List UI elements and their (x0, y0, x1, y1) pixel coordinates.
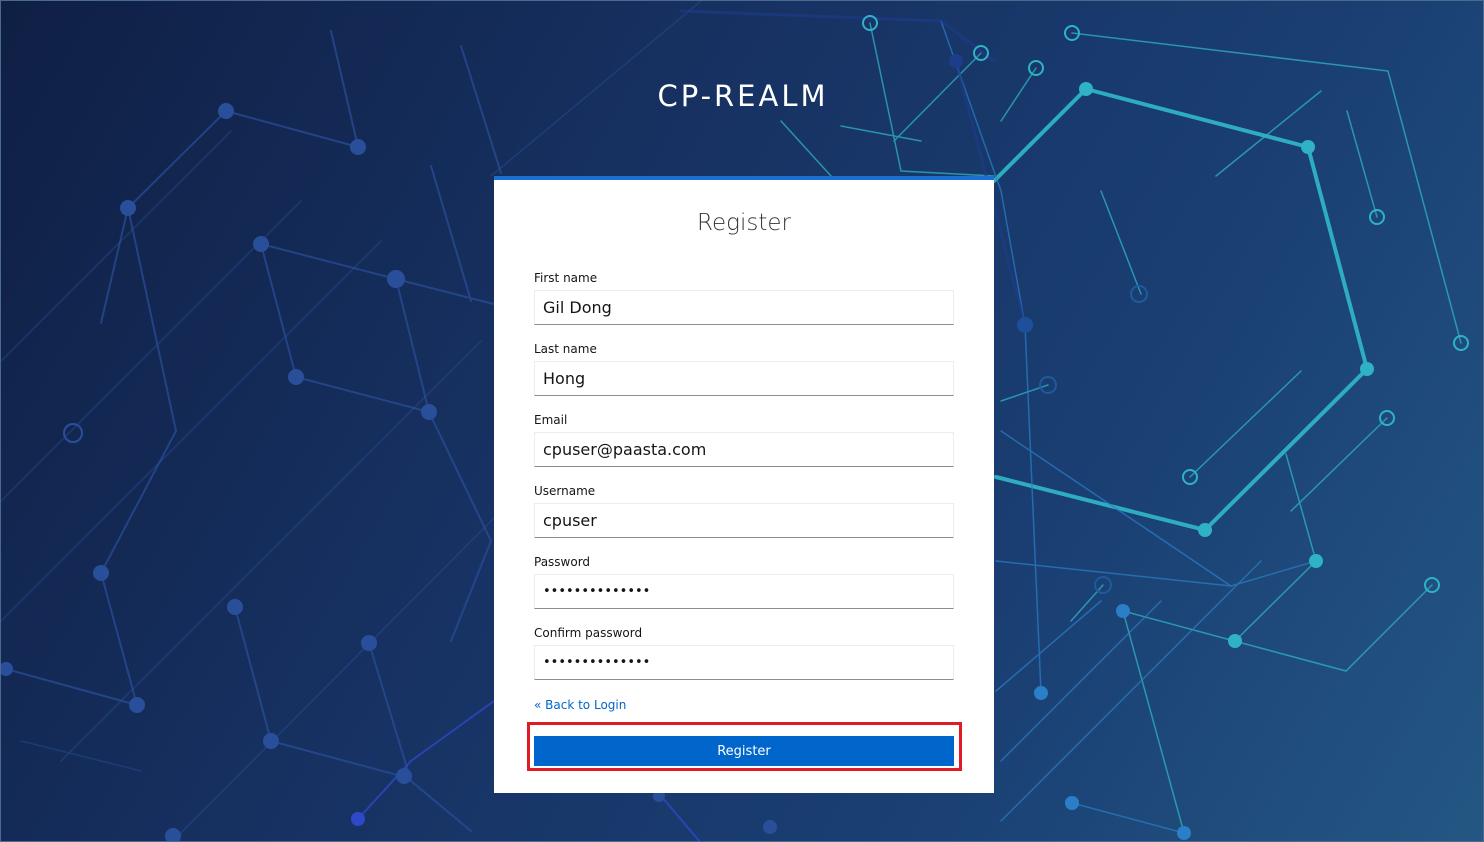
username-field[interactable] (534, 503, 954, 538)
confirm-password-group: Confirm password (534, 626, 954, 680)
realm-title: CP-REALM (657, 79, 829, 113)
last-name-label: Last name (534, 342, 597, 356)
last-name-field[interactable] (534, 361, 954, 396)
confirm-password-field[interactable] (534, 645, 954, 680)
back-to-login-link[interactable]: « Back to Login (534, 698, 626, 712)
login-page-background: CP-REALM Register First name Last name E… (0, 0, 1484, 842)
register-card: Register First name Last name Email User… (494, 176, 994, 793)
password-field[interactable] (534, 574, 954, 609)
username-label: Username (534, 484, 596, 498)
first-name-label: First name (534, 271, 598, 285)
register-heading: Register (697, 210, 791, 236)
register-button[interactable]: Register (534, 736, 954, 766)
email-field[interactable] (534, 432, 954, 467)
last-name-group: Last name (534, 342, 954, 396)
password-group: Password (534, 555, 954, 609)
first-name-field[interactable] (534, 290, 954, 325)
first-name-group: First name (534, 271, 954, 325)
username-group: Username (534, 484, 954, 538)
email-label: Email (534, 413, 568, 427)
email-group: Email (534, 413, 954, 467)
password-label: Password (534, 555, 591, 569)
confirm-password-label: Confirm password (534, 626, 643, 640)
